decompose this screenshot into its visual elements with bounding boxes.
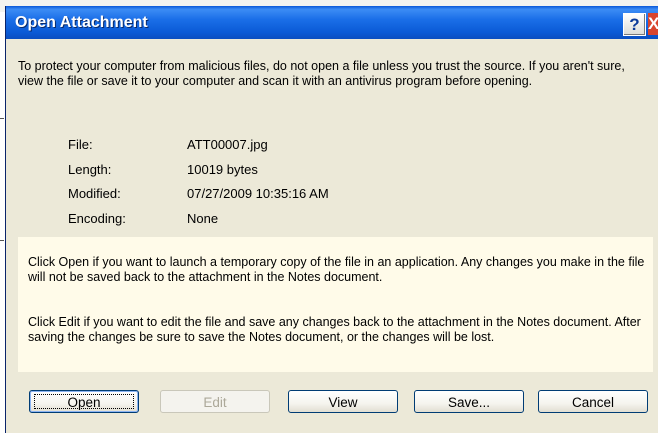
cancel-button[interactable]: Cancel xyxy=(538,390,648,413)
background-edge xyxy=(0,240,4,241)
file-value: ATT00007.jpg xyxy=(187,137,268,152)
warning-text: To protect your computer from malicious … xyxy=(18,59,625,88)
edit-button[interactable]: Edit xyxy=(160,390,270,413)
info-panel: Click Open if you want to launch a tempo… xyxy=(18,237,653,372)
close-button[interactable]: X xyxy=(648,13,658,35)
save-button[interactable]: Save... xyxy=(414,390,524,413)
focus-indicator xyxy=(34,394,134,409)
modified-value: 07/27/2009 10:35:16 AM xyxy=(187,186,329,201)
background-edge xyxy=(0,118,4,119)
open-attachment-dialog: Open Attachment ? X To protect your comp… xyxy=(5,6,658,433)
dialog-title: Open Attachment xyxy=(15,14,148,31)
length-value: 10019 bytes xyxy=(187,162,258,177)
edit-info-text: Click Edit if you want to edit the file … xyxy=(28,315,641,344)
length-label: Length: xyxy=(68,162,112,177)
encoding-label: Encoding: xyxy=(68,211,126,226)
open-info-text: Click Open if you want to launch a tempo… xyxy=(28,255,645,284)
view-button[interactable]: View xyxy=(288,390,398,413)
file-label: File: xyxy=(68,137,93,152)
help-button[interactable]: ? xyxy=(623,13,646,36)
title-bar[interactable]: Open Attachment ? X xyxy=(6,6,658,39)
encoding-value: None xyxy=(187,211,219,226)
modified-label: Modified: xyxy=(68,186,121,201)
open-button[interactable]: Open xyxy=(29,390,139,413)
